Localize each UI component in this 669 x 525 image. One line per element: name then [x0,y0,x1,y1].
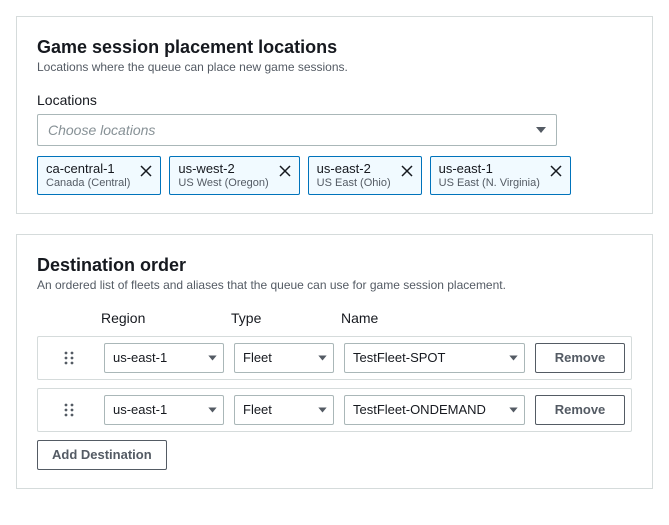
drag-handle-icon[interactable] [44,350,94,366]
chevron-down-icon [208,355,217,360]
placement-title: Game session placement locations [37,37,632,58]
tag-name: Canada (Central) [46,177,130,190]
region-select[interactable]: us-east-1 [104,343,224,373]
destination-table-header: Region Type Name [37,310,632,336]
chevron-down-icon [536,127,546,133]
name-value: TestFleet-ONDEMAND [353,402,486,417]
remove-button[interactable]: Remove [535,395,625,425]
destination-order-panel: Destination order An ordered list of fle… [16,234,653,489]
close-icon[interactable] [548,163,564,179]
chevron-down-icon [509,355,518,360]
location-tag: us-east-1 US East (N. Virginia) [430,156,571,195]
region-value: us-east-1 [113,350,167,365]
tag-name: US West (Oregon) [178,177,268,190]
chevron-down-icon [208,407,217,412]
type-select[interactable]: Fleet [234,343,334,373]
chevron-down-icon [318,355,327,360]
name-value: TestFleet-SPOT [353,350,445,365]
region-select[interactable]: us-east-1 [104,395,224,425]
drag-handle-icon[interactable] [44,402,94,418]
location-tags: ca-central-1 Canada (Central) us-west-2 … [37,156,632,195]
placement-desc: Locations where the queue can place new … [37,60,632,74]
type-value: Fleet [243,350,272,365]
placement-locations-panel: Game session placement locations Locatio… [16,16,653,214]
region-value: us-east-1 [113,402,167,417]
tag-code: us-west-2 [178,161,268,177]
header-type: Type [231,310,331,326]
add-destination-button[interactable]: Add Destination [37,440,167,470]
close-icon[interactable] [138,163,154,179]
destination-title: Destination order [37,255,632,276]
tag-code: us-east-1 [439,161,540,177]
location-tag: us-east-2 US East (Ohio) [308,156,422,195]
header-region: Region [101,310,221,326]
locations-label: Locations [37,92,632,108]
locations-placeholder: Choose locations [48,122,155,138]
remove-button[interactable]: Remove [535,343,625,373]
location-tag: us-west-2 US West (Oregon) [169,156,299,195]
close-icon[interactable] [399,163,415,179]
name-select[interactable]: TestFleet-SPOT [344,343,525,373]
location-tag: ca-central-1 Canada (Central) [37,156,161,195]
chevron-down-icon [318,407,327,412]
destination-row: us-east-1 Fleet TestFleet-ONDEMAND Remov… [37,388,632,432]
tag-name: US East (N. Virginia) [439,177,540,190]
close-icon[interactable] [277,163,293,179]
destination-desc: An ordered list of fleets and aliases th… [37,278,632,292]
tag-name: US East (Ohio) [317,177,391,190]
tag-code: us-east-2 [317,161,391,177]
type-value: Fleet [243,402,272,417]
tag-code: ca-central-1 [46,161,130,177]
chevron-down-icon [509,407,518,412]
name-select[interactable]: TestFleet-ONDEMAND [344,395,525,425]
header-name: Name [341,310,528,326]
type-select[interactable]: Fleet [234,395,334,425]
destination-row: us-east-1 Fleet TestFleet-SPOT Remove [37,336,632,380]
locations-dropdown[interactable]: Choose locations [37,114,557,146]
